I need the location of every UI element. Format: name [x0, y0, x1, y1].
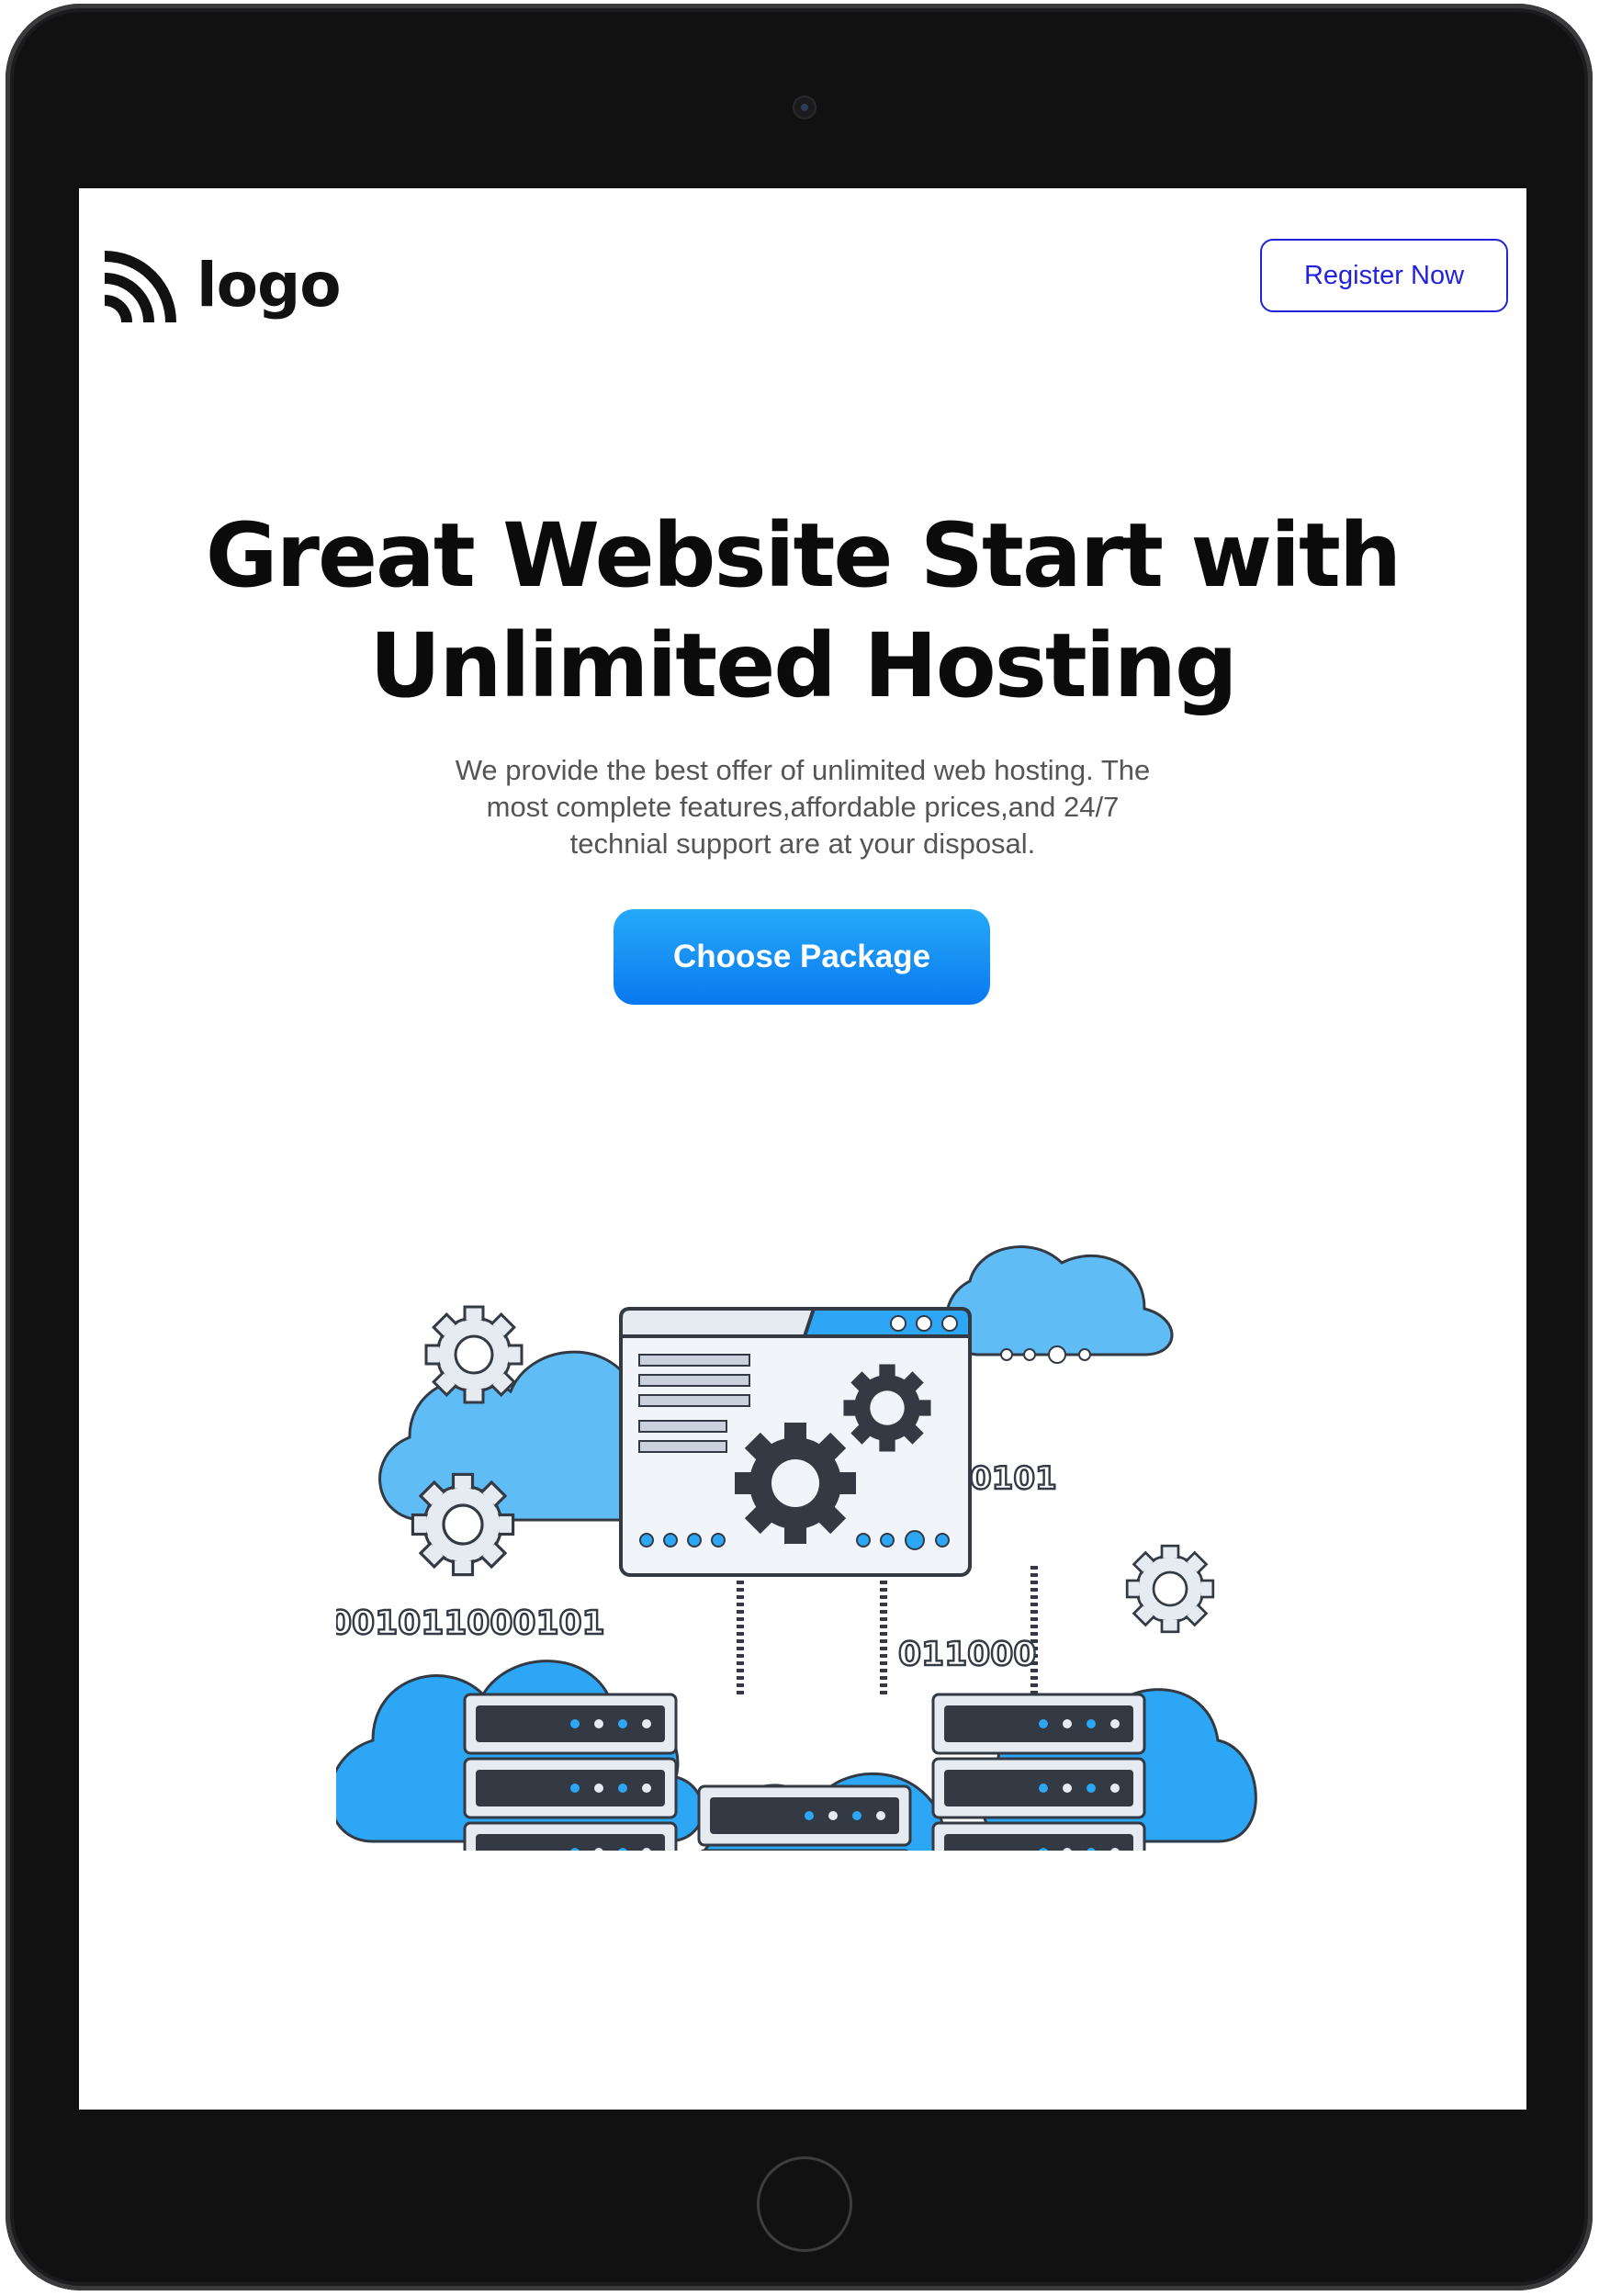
register-now-button[interactable]: Register Now: [1260, 239, 1508, 312]
screen: logo Register Now Great Website Start wi…: [79, 188, 1526, 2110]
hero-subtitle: We provide the best offer of unlimited w…: [399, 752, 1207, 862]
hero-title: Great Website Start with Unlimited Hosti…: [79, 501, 1526, 721]
hero-subtitle-line-1: We provide the best offer of unlimited w…: [455, 754, 1151, 786]
hero-title-line-1: Great Website Start with: [205, 504, 1402, 607]
hero-subtitle-line-2: most complete features,affordable prices…: [486, 791, 1120, 823]
tablet-device-frame: logo Register Now Great Website Start wi…: [6, 4, 1593, 2290]
binary-text: 001011000101: [336, 1604, 605, 1642]
hero-title-line-2: Unlimited Hosting: [369, 614, 1237, 717]
cloud-hosting-illustration: 0101 001011000101 011000 0010101: [336, 1245, 1257, 1851]
home-button[interactable]: [757, 2156, 852, 2252]
binary-text: 011000: [898, 1636, 1036, 1673]
binary-text: 0101: [970, 1460, 1057, 1497]
choose-package-button[interactable]: Choose Package: [614, 909, 990, 1005]
wifi-arcs-icon: [104, 251, 176, 323]
site-logo[interactable]: logo: [101, 249, 342, 326]
front-camera: [794, 97, 815, 118]
logo-text: logo: [197, 249, 342, 321]
hero-subtitle-line-3: technial support are at your disposal.: [569, 827, 1036, 860]
